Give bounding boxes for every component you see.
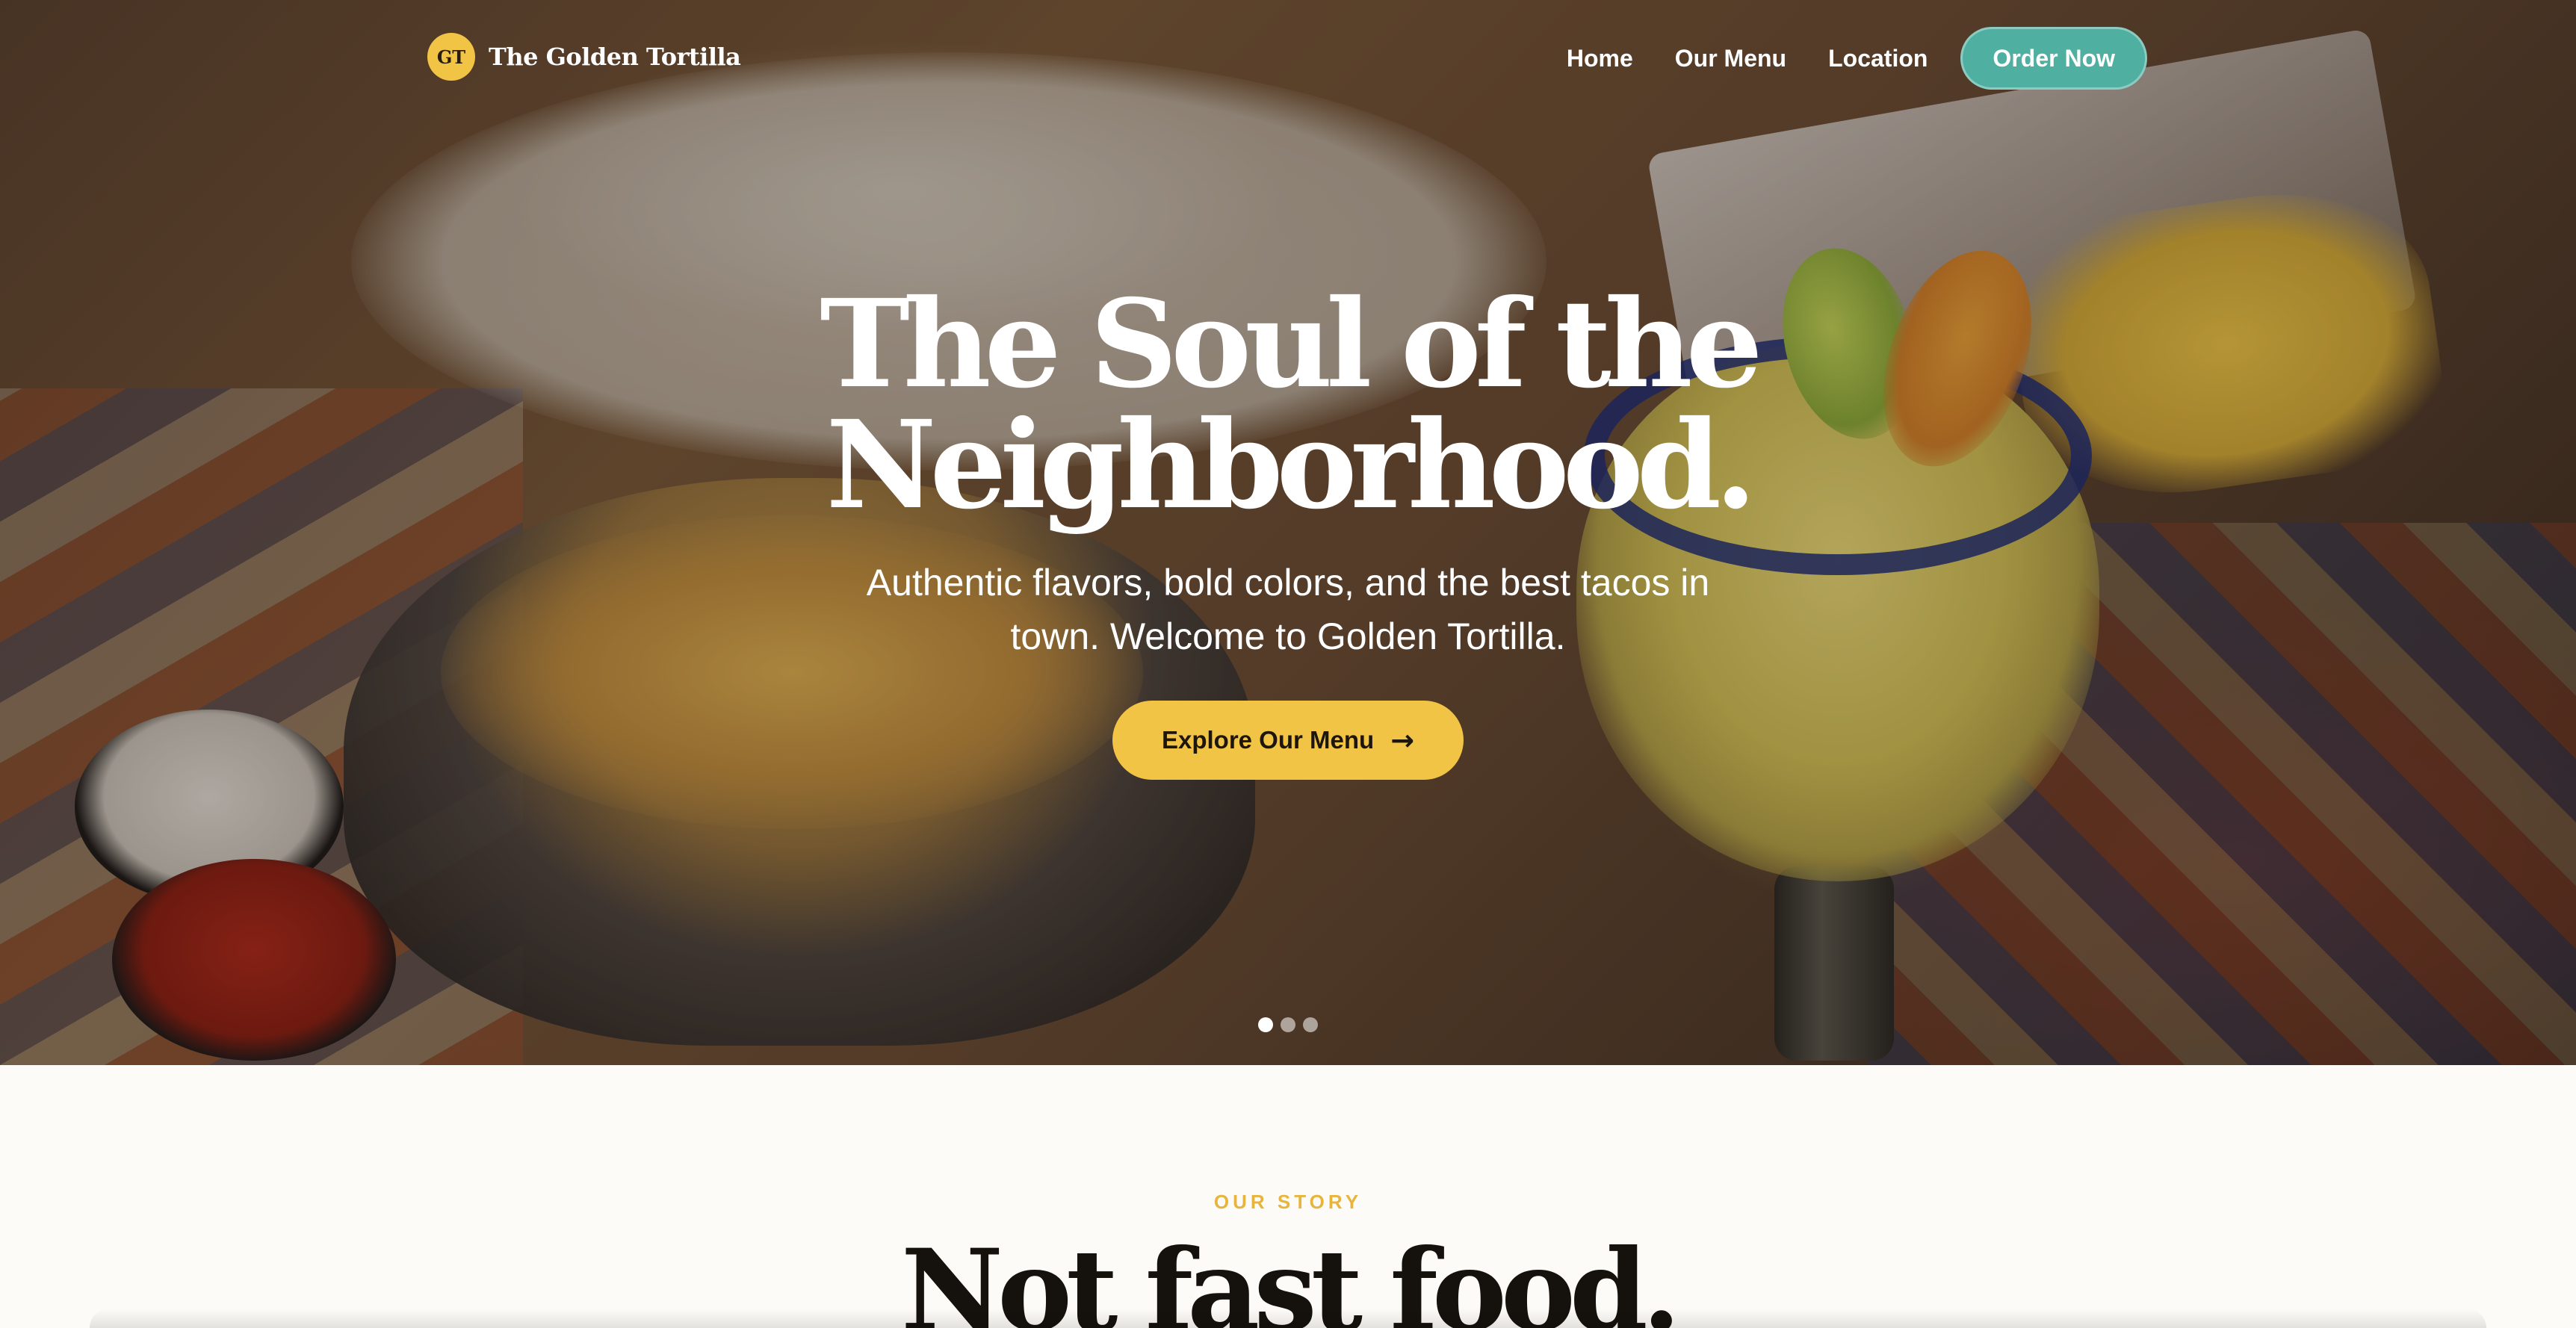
card-shadow bbox=[90, 1309, 2486, 1328]
hero-title: The Soul of the Neighborhood. bbox=[0, 284, 2576, 526]
hero-subtitle-line: town. Welcome to Golden Tortilla. bbox=[1010, 615, 1566, 657]
hero-section: GT The Golden Tortilla Home Our Menu Loc… bbox=[0, 0, 2576, 1065]
hero-title-line: The Soul of the bbox=[820, 273, 1762, 415]
carousel-dot-1[interactable] bbox=[1258, 1017, 1273, 1032]
brand-badge: GT bbox=[427, 33, 475, 81]
nav-link-home[interactable]: Home bbox=[1567, 45, 1633, 72]
brand-name: The Golden Tortilla bbox=[489, 43, 741, 71]
carousel-dots bbox=[0, 1017, 2576, 1032]
hero-content: The Soul of the Neighborhood. Authentic … bbox=[0, 284, 2576, 780]
carousel-dot-2[interactable] bbox=[1281, 1017, 1295, 1032]
top-navigation: GT The Golden Tortilla Home Our Menu Loc… bbox=[0, 0, 2576, 112]
order-now-button[interactable]: Order Now bbox=[1960, 27, 2147, 90]
carousel-dot-3[interactable] bbox=[1303, 1017, 1318, 1032]
nav-link-location[interactable]: Location bbox=[1828, 45, 1928, 72]
story-section: OUR STORY Not fast food. bbox=[0, 1065, 2576, 1328]
explore-menu-label: Explore Our Menu bbox=[1161, 726, 1375, 754]
story-eyebrow: OUR STORY bbox=[1213, 1191, 1363, 1213]
explore-menu-button[interactable]: Explore Our Menu → bbox=[1112, 701, 1464, 780]
arrow-right-icon: → bbox=[1390, 724, 1415, 757]
hero-subtitle: Authentic flavors, bold colors, and the … bbox=[0, 556, 2576, 663]
brand-logo[interactable]: GT The Golden Tortilla bbox=[427, 33, 741, 81]
nav-link-our-menu[interactable]: Our Menu bbox=[1675, 45, 1786, 72]
hero-subtitle-line: Authentic flavors, bold colors, and the … bbox=[866, 562, 1710, 604]
nav-links: Home Our Menu Location Order Now bbox=[1567, 27, 2147, 90]
hero-title-line: Neighborhood. bbox=[826, 394, 1757, 536]
